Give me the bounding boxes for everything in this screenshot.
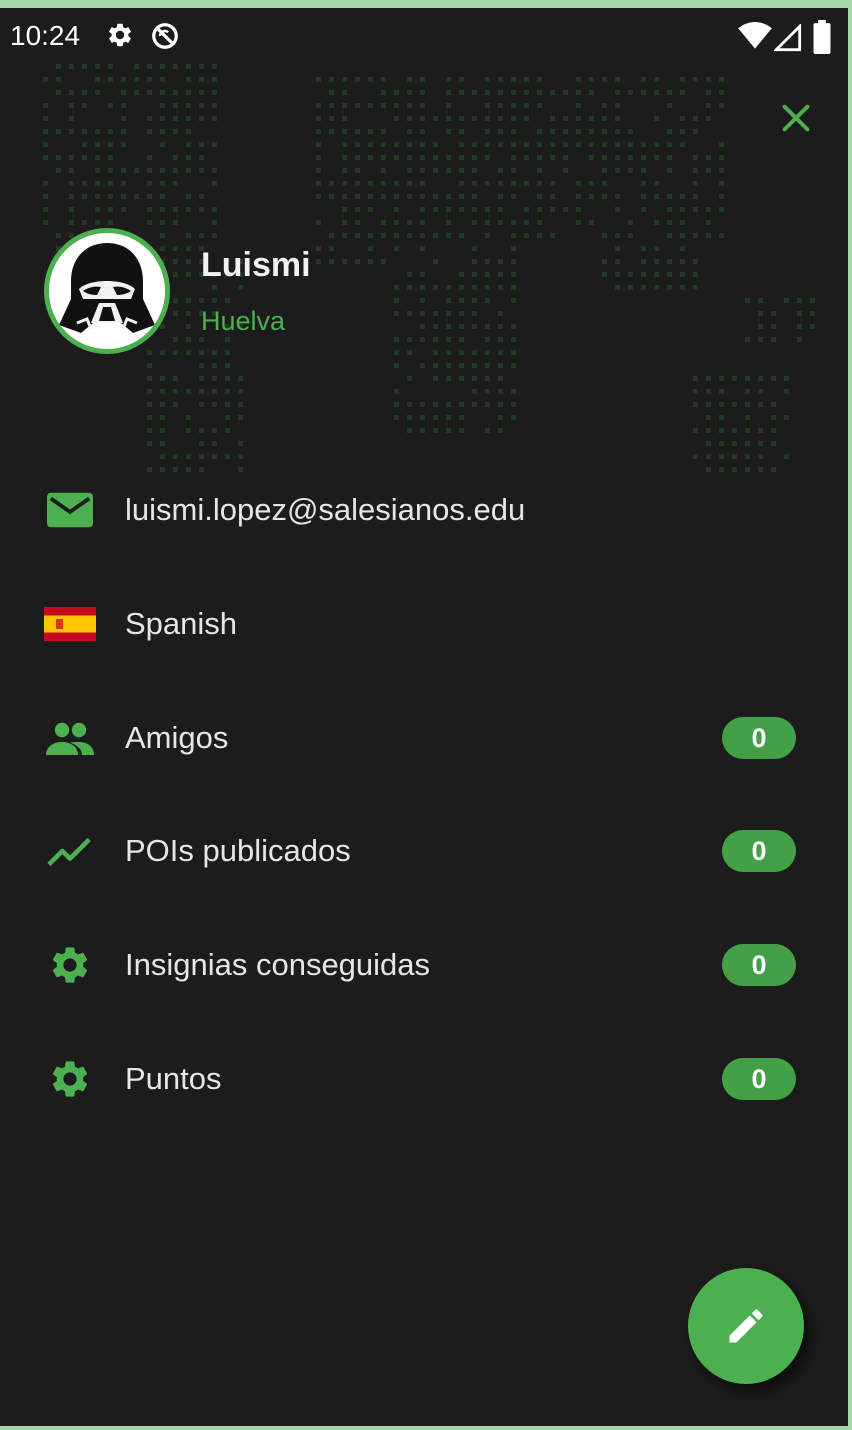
avatar[interactable] (44, 228, 170, 354)
insignias-count-badge: 0 (722, 944, 796, 986)
gear-icon (44, 945, 96, 985)
friends-label: Amigos (125, 720, 229, 755)
pois-count-badge: 0 (722, 830, 796, 872)
profile-drawer: 10:24 Luismi Huelva luismi.lopez@salesia… (0, 8, 848, 1426)
status-time: 10:24 (10, 20, 81, 51)
mail-icon (44, 490, 96, 530)
puntos-label: Puntos (125, 1061, 222, 1096)
email-label: luismi.lopez@salesianos.edu (125, 492, 526, 527)
user-name: Luismi (201, 246, 311, 284)
user-city: Huelva (201, 306, 286, 336)
status-bar: 10:24 (0, 8, 848, 64)
insignias-label: Insignias conseguidas (125, 947, 431, 982)
wifi-icon (738, 22, 772, 55)
close-button[interactable] (772, 94, 820, 142)
pois-label: POIs publicados (125, 833, 351, 868)
gear-icon (106, 21, 134, 54)
email-row: luismi.lopez@salesianos.edu (0, 470, 848, 550)
trending-up-icon (44, 831, 96, 871)
pois-row[interactable]: POIs publicados 0 (0, 811, 848, 891)
edit-pencil-icon (729, 1309, 763, 1343)
language-label: Spanish (125, 606, 238, 641)
spain-flag-icon (44, 604, 96, 644)
friends-row[interactable]: Amigos 0 (0, 698, 848, 778)
puntos-row[interactable]: Puntos 0 (0, 1039, 848, 1119)
signal-icon (772, 22, 802, 57)
edit-profile-fab[interactable] (688, 1268, 804, 1384)
darth-vader-avatar-icon (49, 233, 165, 349)
puntos-count-badge: 0 (722, 1058, 796, 1100)
close-icon (782, 104, 810, 132)
no-sync-icon (150, 21, 180, 56)
battery-icon (812, 20, 832, 59)
gear-icon (44, 1059, 96, 1099)
insignias-row[interactable]: Insignias conseguidas 0 (0, 925, 848, 1005)
friends-count-badge: 0 (722, 717, 796, 759)
people-icon (44, 718, 96, 758)
language-row[interactable]: Spanish (0, 584, 848, 664)
